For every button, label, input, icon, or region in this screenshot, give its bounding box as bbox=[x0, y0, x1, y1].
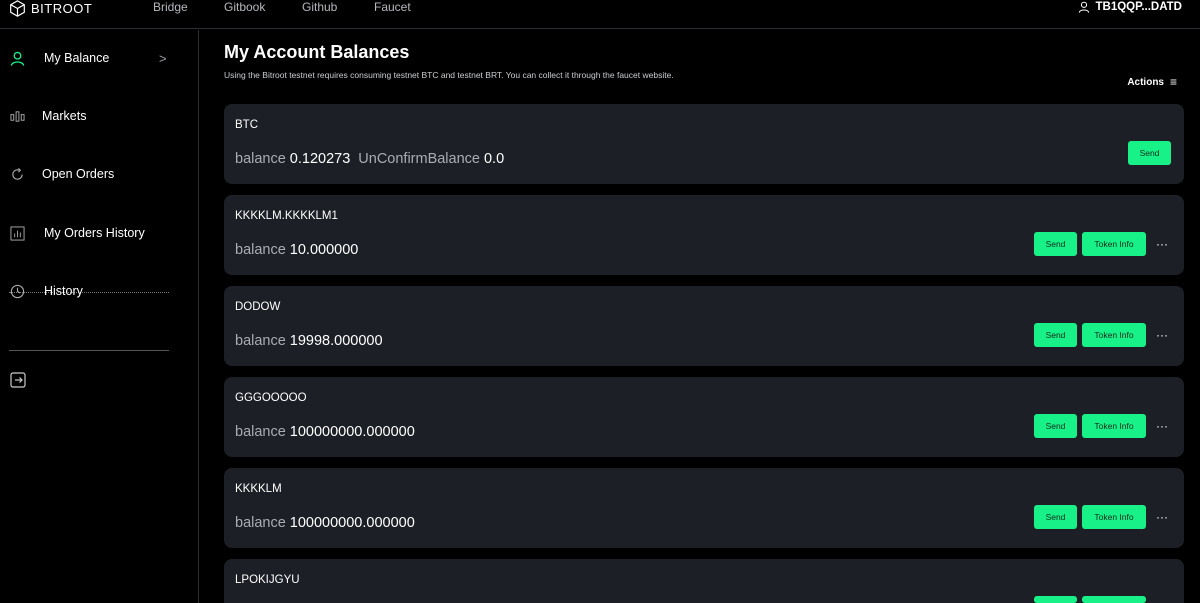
sidebar-item-label: Open Orders bbox=[42, 167, 115, 181]
token-card-btc: BTC balance 0.120273 UnConfirmBalance 0.0 S… bbox=[224, 104, 1184, 184]
token-name: BTC bbox=[235, 119, 258, 131]
nav-faucet[interactable]: Faucet bbox=[374, 0, 411, 14]
balance-label: balance bbox=[235, 151, 286, 167]
token-info-button[interactable]: Token Info bbox=[1082, 232, 1146, 256]
token-balance-row: balance 100000000.000000 bbox=[235, 424, 415, 440]
token-name: LPOKIJGYU bbox=[235, 574, 300, 586]
page-title: My Account Balances bbox=[224, 42, 410, 62]
balance-value: 10.000000 bbox=[289, 242, 359, 258]
top-bar: BITROOT Bridge Gitbook Github Faucet TB1… bbox=[0, 0, 1200, 29]
balance-value: 100000000.000000 bbox=[289, 515, 415, 531]
balance-value: 100000000.000000 bbox=[289, 424, 415, 440]
account-menu[interactable]: TB1QQP...DATD bbox=[1078, 0, 1182, 14]
balance-value: 19998.000000 bbox=[289, 333, 383, 349]
more-options-icon[interactable]: ··· bbox=[1156, 419, 1168, 433]
sidebar-item-label: History bbox=[44, 284, 83, 298]
chevron-right-icon: > bbox=[159, 50, 167, 66]
token-name: GGGOOOOO bbox=[235, 392, 307, 404]
sidebar-item-my-orders-history[interactable]: My Orders History bbox=[0, 218, 198, 248]
token-info-button[interactable]: Token Info bbox=[1082, 323, 1146, 347]
token-card: DODOW balance 19998.000000 Send Token Inf… bbox=[224, 286, 1184, 366]
token-info-button[interactable]: Token Info bbox=[1082, 414, 1146, 438]
actions-label: Actions bbox=[1127, 76, 1164, 88]
account-address: TB1QQP...DATD bbox=[1095, 1, 1182, 13]
nav-gitbook[interactable]: Gitbook bbox=[224, 0, 265, 14]
more-options-icon[interactable]: ··· bbox=[1156, 510, 1168, 524]
balance-label: balance bbox=[235, 515, 286, 531]
sidebar-item-history[interactable]: History bbox=[0, 276, 198, 306]
sidebar-item-my-balance[interactable]: My Balance > bbox=[0, 43, 198, 73]
page-subtitle: Using the Bitroot testnet requires consu… bbox=[224, 70, 674, 80]
sidebar-divider bbox=[9, 350, 169, 351]
unconfirm-value: 0.0 bbox=[483, 151, 505, 167]
markets-icon bbox=[10, 109, 25, 124]
token-name: DODOW bbox=[235, 301, 281, 313]
balance-value: 0.120273 bbox=[289, 151, 351, 167]
cube-logo-icon bbox=[10, 0, 25, 17]
clock-icon bbox=[10, 284, 25, 299]
send-button[interactable] bbox=[1034, 596, 1077, 603]
sidebar-item-label: My Balance bbox=[44, 51, 110, 65]
token-name: KKKKLM.KKKKLM1 bbox=[235, 210, 338, 222]
user-icon bbox=[10, 51, 25, 66]
send-button[interactable]: Send bbox=[1034, 323, 1077, 347]
token-card: LPOKIJGYU bbox=[224, 559, 1184, 603]
unconfirm-label: UnConfirmBalance bbox=[358, 151, 480, 167]
refresh-icon bbox=[10, 167, 25, 182]
token-info-button[interactable] bbox=[1082, 596, 1146, 603]
send-button[interactable]: Send bbox=[1034, 232, 1077, 256]
balance-label: balance bbox=[235, 424, 286, 440]
exit-icon[interactable] bbox=[10, 372, 26, 388]
sidebar-item-open-orders[interactable]: Open Orders bbox=[0, 159, 198, 189]
token-balance-row: balance 10.000000 bbox=[235, 242, 358, 258]
user-icon bbox=[1078, 1, 1089, 13]
nav-github[interactable]: Github bbox=[302, 0, 337, 14]
send-button[interactable]: Send bbox=[1128, 141, 1171, 165]
chart-icon bbox=[10, 225, 25, 241]
send-button[interactable]: Send bbox=[1034, 505, 1077, 529]
sidebar-item-label: Markets bbox=[42, 109, 87, 123]
logo-text: BITROOT bbox=[31, 1, 93, 16]
token-card: GGGOOOOO balance 100000000.000000 Send To… bbox=[224, 377, 1184, 457]
token-info-button[interactable]: Token Info bbox=[1082, 505, 1146, 529]
token-balance-row: balance 0.120273 UnConfirmBalance 0.0 bbox=[235, 151, 504, 167]
sidebar-item-label: My Orders History bbox=[44, 226, 145, 240]
nav-bridge[interactable]: Bridge bbox=[153, 0, 188, 14]
logo[interactable]: BITROOT bbox=[9, 0, 92, 17]
token-balance-row: balance 100000000.000000 bbox=[235, 515, 415, 531]
token-card: KKKKLM.KKKKLM1 balance 10.000000 Send Tok… bbox=[224, 195, 1184, 275]
sidebar: My Balance > Markets Open Orders My Orde… bbox=[0, 30, 199, 603]
token-card: KKKKLM balance 100000000.000000 Send Toke… bbox=[224, 468, 1184, 548]
sidebar-item-markets[interactable]: Markets bbox=[0, 101, 198, 131]
token-balance-row: balance 19998.000000 bbox=[235, 333, 383, 349]
balance-label: balance bbox=[235, 333, 286, 349]
send-button[interactable]: Send bbox=[1034, 414, 1077, 438]
more-options-icon[interactable]: ··· bbox=[1156, 237, 1168, 251]
more-options-icon[interactable]: ··· bbox=[1156, 328, 1168, 342]
token-name: KKKKLM bbox=[235, 483, 282, 495]
balance-label: balance bbox=[235, 242, 286, 258]
hamburger-icon: ≡ bbox=[1169, 75, 1177, 89]
actions-menu[interactable]: Actions ≡ bbox=[1127, 75, 1177, 89]
